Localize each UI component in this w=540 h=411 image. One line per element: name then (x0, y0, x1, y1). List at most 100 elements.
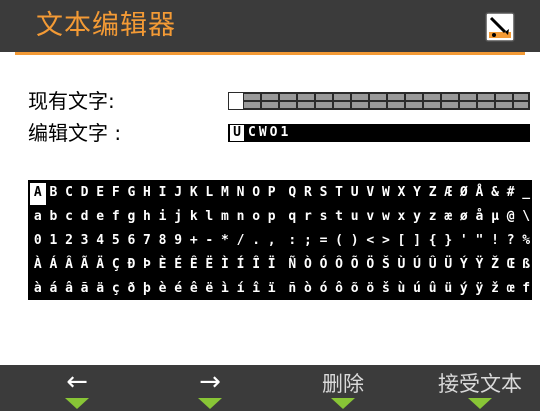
char-key[interactable]: ú (409, 279, 425, 301)
char-key[interactable]: ! (487, 231, 503, 253)
char-key[interactable]: + (186, 231, 202, 253)
char-key[interactable]: F (108, 183, 124, 205)
char-key[interactable]: ð (124, 279, 140, 301)
char-key[interactable]: . (248, 231, 264, 253)
char-key[interactable]: ü (440, 279, 456, 301)
char-key[interactable]: Ø (456, 183, 472, 205)
char-key[interactable]: ä (92, 279, 108, 301)
char-key[interactable]: Ó (316, 255, 332, 277)
char-key[interactable]: û (425, 279, 441, 301)
char-key[interactable]: Ö (362, 255, 378, 277)
char-key[interactable]: 1 (46, 231, 62, 253)
char-key[interactable]: E (92, 183, 108, 205)
edit-text-field[interactable]: U CWO1 (228, 124, 530, 142)
char-key[interactable]: n (233, 207, 249, 229)
char-key[interactable]: e (92, 207, 108, 229)
char-key[interactable]: á (46, 279, 62, 301)
char-key[interactable]: A (30, 183, 46, 205)
char-key[interactable]: Ú (409, 255, 425, 277)
char-key[interactable]: œ (503, 279, 519, 301)
char-key[interactable]: 3 (77, 231, 93, 253)
char-key[interactable]: L (202, 183, 218, 205)
char-key[interactable]: Ì (217, 255, 233, 277)
char-key[interactable]: x (394, 207, 410, 229)
char-key[interactable]: v (362, 207, 378, 229)
char-key[interactable]: Â (61, 255, 77, 277)
char-key[interactable]: ; (300, 231, 316, 253)
char-key[interactable]: ) (347, 231, 363, 253)
char-key[interactable]: Å (472, 183, 488, 205)
char-key[interactable]: C (61, 183, 77, 205)
char-key[interactable]: ö (362, 279, 378, 301)
char-key[interactable]: ' (456, 231, 472, 253)
char-key[interactable]: @ (503, 207, 519, 229)
char-key[interactable]: l (202, 207, 218, 229)
char-key[interactable]: G (124, 183, 140, 205)
char-key[interactable]: O (248, 183, 264, 205)
char-key[interactable]: ô (331, 279, 347, 301)
char-key[interactable]: ê (186, 279, 202, 301)
char-key[interactable]: : (285, 231, 301, 253)
char-key[interactable]: Ü (440, 255, 456, 277)
char-key[interactable]: Õ (347, 255, 363, 277)
char-key[interactable]: Æ (440, 183, 456, 205)
char-key[interactable]: Đ (124, 255, 140, 277)
char-key[interactable]: Œ (503, 255, 519, 277)
char-key[interactable]: V (362, 183, 378, 205)
char-key[interactable]: Q (285, 183, 301, 205)
char-key[interactable]: , (264, 231, 280, 253)
char-key[interactable]: s (316, 207, 332, 229)
char-key[interactable]: Ï (264, 255, 280, 277)
char-key[interactable]: T (331, 183, 347, 205)
char-key[interactable]: k (186, 207, 202, 229)
char-key[interactable]: ï (264, 279, 280, 301)
accept-text-softkey[interactable]: 接受文本 (425, 370, 535, 398)
char-key[interactable]: m (217, 207, 233, 229)
char-key[interactable]: b (46, 207, 62, 229)
char-key[interactable]: Ž (487, 255, 503, 277)
char-key[interactable]: õ (347, 279, 363, 301)
char-key[interactable]: 6 (124, 231, 140, 253)
char-key[interactable]: 7 (139, 231, 155, 253)
char-key[interactable]: i (155, 207, 171, 229)
char-key[interactable]: o (248, 207, 264, 229)
char-key[interactable]: > (378, 231, 394, 253)
char-key[interactable]: Z (425, 183, 441, 205)
delete-softkey[interactable]: 删除 (288, 370, 398, 398)
char-key[interactable]: Á (46, 255, 62, 277)
char-key[interactable]: P (264, 183, 280, 205)
char-key[interactable]: Ã (77, 255, 93, 277)
char-key[interactable]: w (378, 207, 394, 229)
char-key[interactable]: & (487, 183, 503, 205)
char-key[interactable]: ç (108, 279, 124, 301)
char-key[interactable]: 2 (61, 231, 77, 253)
char-key[interactable]: { (425, 231, 441, 253)
char-key[interactable]: t (331, 207, 347, 229)
char-key[interactable]: H (139, 183, 155, 205)
char-key[interactable]: # (503, 183, 519, 205)
char-key[interactable]: Y (409, 183, 425, 205)
char-key[interactable]: r (300, 207, 316, 229)
char-key[interactable]: U (347, 183, 363, 205)
char-key[interactable]: W (378, 183, 394, 205)
char-key[interactable]: 4 (92, 231, 108, 253)
char-key[interactable]: " (472, 231, 488, 253)
char-key[interactable]: } (440, 231, 456, 253)
char-key[interactable]: ] (409, 231, 425, 253)
char-key[interactable]: 5 (108, 231, 124, 253)
char-key[interactable]: î (248, 279, 264, 301)
char-key[interactable]: š (378, 279, 394, 301)
char-key[interactable]: Ù (394, 255, 410, 277)
char-key[interactable]: ë (202, 279, 218, 301)
char-key[interactable]: z (425, 207, 441, 229)
char-key[interactable]: u (347, 207, 363, 229)
char-key[interactable]: Ç (108, 255, 124, 277)
char-key[interactable]: Î (248, 255, 264, 277)
char-key[interactable]: Ê (186, 255, 202, 277)
char-key[interactable]: â (61, 279, 77, 301)
char-key[interactable]: - (202, 231, 218, 253)
char-key[interactable]: c (61, 207, 77, 229)
char-key[interactable]: Š (378, 255, 394, 277)
char-key[interactable]: y (409, 207, 425, 229)
char-key[interactable]: ã (77, 279, 93, 301)
